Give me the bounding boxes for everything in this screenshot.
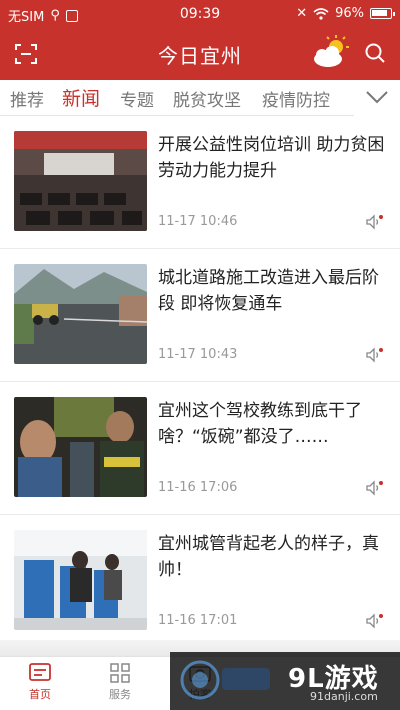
news-time: 11-17 10:46 bbox=[158, 214, 238, 229]
news-headline: 宜州城管背起老人的样子，真帅！ bbox=[158, 534, 379, 580]
nav-services[interactable]: 服务 bbox=[90, 663, 150, 702]
news-time: 11-16 17:01 bbox=[158, 613, 238, 628]
chevron-down-icon bbox=[366, 91, 388, 104]
news-thumbnail bbox=[14, 530, 147, 630]
watermark: 9L游戏 91danji.com bbox=[170, 652, 400, 710]
status-bar: 无SIM ⚲ 09:39 ✕ 96% bbox=[0, 0, 400, 28]
header: 今日宜州 bbox=[0, 28, 400, 80]
search-icon[interactable] bbox=[364, 42, 386, 64]
news-item[interactable]: 开展公益性岗位培训 助力贫困劳动力能力提升 11-17 10:46 bbox=[0, 116, 400, 249]
home-icon bbox=[29, 663, 51, 681]
speaker-icon[interactable] bbox=[366, 613, 384, 629]
news-thumbnail bbox=[14, 397, 147, 497]
news-item[interactable]: 宜州城管背起老人的样子，真帅！ 11-16 17:01 bbox=[0, 515, 400, 648]
tab-news[interactable]: 新闻 bbox=[62, 84, 100, 111]
news-list: 开展公益性岗位培训 助力贫困劳动力能力提升 11-17 10:46 城北道路施工… bbox=[0, 116, 400, 656]
more-tabs-button[interactable] bbox=[354, 80, 400, 116]
speaker-icon[interactable] bbox=[366, 347, 384, 363]
watermark-logo bbox=[180, 660, 270, 700]
grid-icon bbox=[110, 663, 130, 683]
news-headline: 宜州这个驾校教练到底干了啥？“饭碗”都没了…… bbox=[158, 401, 362, 447]
speaker-icon[interactable] bbox=[366, 214, 384, 230]
watermark-url: 91danji.com bbox=[310, 690, 378, 703]
tab-epidemic[interactable]: 疫情防控 bbox=[262, 86, 330, 111]
nav-home[interactable]: 首页 bbox=[10, 663, 70, 702]
news-item[interactable]: 城北道路施工改造进入最后阶段 即将恢复通车 11-17 10:43 bbox=[0, 249, 400, 382]
news-time: 11-16 17:06 bbox=[158, 480, 238, 495]
tab-topics[interactable]: 专题 bbox=[120, 86, 154, 111]
battery-icon bbox=[370, 8, 395, 19]
news-headline: 城北道路施工改造进入最后阶段 即将恢复通车 bbox=[158, 268, 379, 314]
nav-home-label: 首页 bbox=[29, 688, 51, 701]
news-item[interactable]: 宜州这个驾校教练到底干了啥？“饭碗”都没了…… 11-16 17:06 bbox=[0, 382, 400, 515]
nav-services-label: 服务 bbox=[109, 688, 131, 701]
battery-percent: 96% bbox=[335, 6, 364, 21]
tab-recommend[interactable]: 推荐 bbox=[10, 86, 44, 111]
category-tabs: 推荐 新闻 专题 脱贫攻坚 疫情防控 bbox=[0, 80, 400, 116]
news-thumbnail bbox=[14, 264, 147, 364]
wifi-icon bbox=[313, 7, 329, 20]
news-headline: 开展公益性岗位培训 助力贫困劳动力能力提升 bbox=[158, 135, 385, 181]
news-thumbnail bbox=[14, 131, 147, 231]
speaker-icon[interactable] bbox=[366, 480, 384, 496]
mute-icon: ✕ bbox=[296, 6, 308, 21]
weather-icon[interactable] bbox=[310, 34, 350, 70]
news-time: 11-17 10:43 bbox=[158, 347, 238, 362]
app-header-bar: 无SIM ⚲ 09:39 ✕ 96% 今日宜州 bbox=[0, 0, 400, 80]
tab-poverty[interactable]: 脱贫攻坚 bbox=[173, 86, 241, 111]
